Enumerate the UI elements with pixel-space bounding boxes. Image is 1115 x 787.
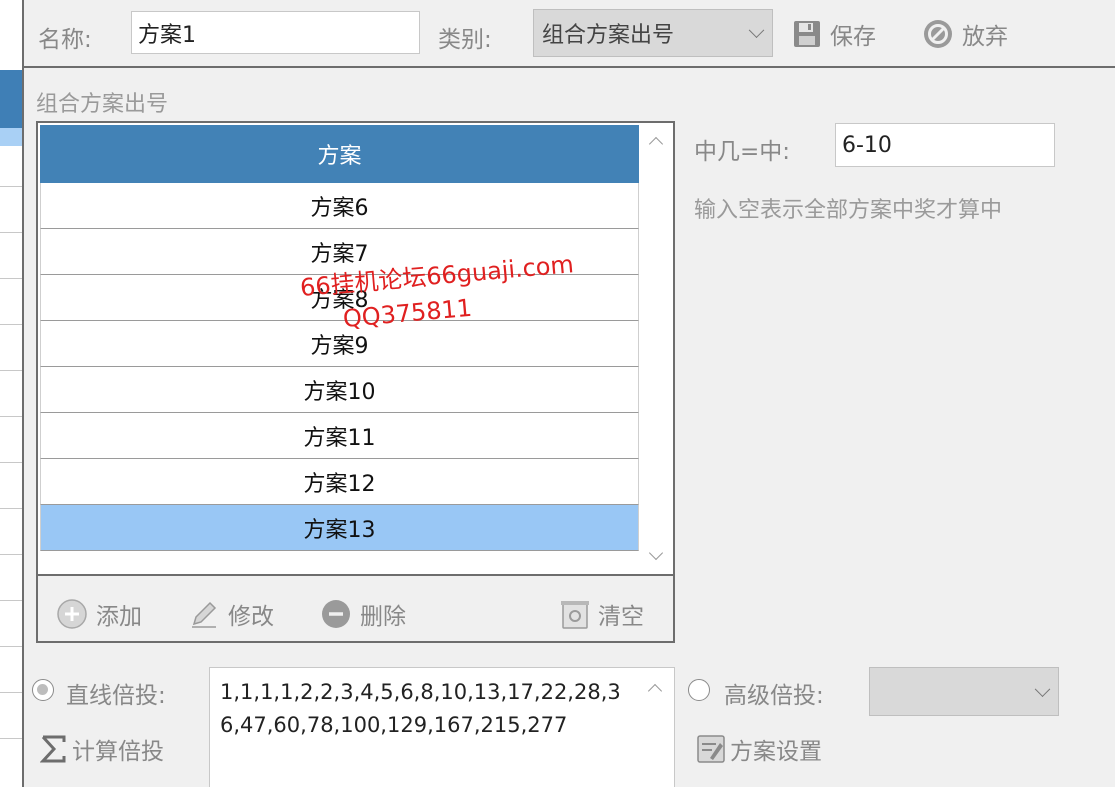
left-pane-row-divider	[0, 186, 22, 187]
calc-multiplier-button[interactable]: 计算倍投	[40, 732, 164, 766]
advanced-multiplier-label[interactable]: 高级倍投:	[724, 676, 824, 710]
plan-row[interactable]: 方案12	[40, 459, 639, 505]
multiplier-sequence-textarea[interactable]: 1,1,1,1,2,2,3,4,5,6,8,10,13,17,22,28,36,…	[209, 667, 675, 787]
delete-label: 删除	[360, 604, 406, 630]
left-pane-row-divider	[0, 646, 22, 647]
add-button[interactable]: 添加	[56, 597, 142, 631]
save-label: 保存	[830, 24, 876, 50]
category-select[interactable]: 组合方案出号	[533, 9, 773, 57]
left-pane-row-divider	[0, 462, 22, 463]
trash-bin-icon	[561, 601, 589, 629]
chevron-down-icon[interactable]	[648, 545, 664, 561]
plus-circle-icon	[57, 599, 87, 629]
plan-settings-button[interactable]: 方案设置	[696, 732, 822, 766]
plan-rows: 方案6 方案7 方案8 方案9 方案10 方案11 方案12 方案13	[40, 183, 639, 551]
discard-label: 放弃	[962, 24, 1008, 50]
chevron-down-icon	[1034, 680, 1051, 697]
pencil-icon	[192, 601, 217, 628]
left-pane-row-divider	[0, 416, 22, 417]
left-pane-row-divider	[0, 600, 22, 601]
chevron-up-icon[interactable]	[648, 136, 664, 152]
plan-row[interactable]: 方案9	[40, 321, 639, 367]
left-pane-row-divider	[0, 738, 22, 739]
clear-button[interactable]: 清空	[560, 597, 644, 631]
sigma-icon	[40, 735, 66, 763]
hit-count-input[interactable]: 6-10	[835, 123, 1055, 167]
plan-row[interactable]: 方案11	[40, 413, 639, 459]
plan-list-scrollbar[interactable]	[639, 123, 673, 574]
name-label: 名称:	[38, 27, 92, 53]
clear-label: 清空	[598, 604, 644, 630]
plan-row[interactable]: 方案10	[40, 367, 639, 413]
calc-multiplier-label: 计算倍投	[72, 739, 164, 765]
hit-count-label: 中几=中:	[694, 139, 791, 165]
category-value: 组合方案出号	[542, 23, 675, 48]
settings-sheet-icon	[697, 735, 725, 763]
chevron-down-icon	[748, 22, 765, 39]
save-button[interactable]: 保存	[792, 17, 876, 51]
category-label: 类别:	[438, 27, 492, 53]
plan-list[interactable]: 方案 方案6 方案7 方案8 方案9 方案10 方案11 方案12 方案13	[36, 121, 675, 574]
prohibit-icon	[924, 20, 952, 48]
advanced-multiplier-radio[interactable]	[688, 679, 710, 701]
left-list-pane[interactable]	[0, 0, 24, 787]
multiplier-sequence: 1,1,1,1,2,2,3,4,5,6,8,10,13,17,22,28,36,…	[220, 680, 621, 737]
advanced-multiplier-select[interactable]	[869, 667, 1059, 716]
linear-multiplier-label[interactable]: 直线倍投:	[66, 676, 166, 710]
left-pane-row-divider	[0, 370, 22, 371]
name-input[interactable]: 方案1	[131, 11, 420, 54]
floppy-disk-icon	[794, 21, 820, 47]
left-pane-row-divider	[0, 508, 22, 509]
add-label: 添加	[96, 604, 142, 630]
edit-button[interactable]: 修改	[188, 597, 274, 631]
left-pane-selected-row[interactable]	[0, 128, 22, 146]
left-pane-header	[0, 70, 22, 128]
left-pane-row-divider	[0, 324, 22, 325]
section-title: 组合方案出号	[36, 92, 169, 117]
hit-count-hint: 输入空表示全部方案中奖才算中	[694, 198, 1003, 223]
left-pane-row-divider	[0, 554, 22, 555]
list-action-bar: 添加 修改 删除 清空	[36, 574, 675, 643]
left-pane-row-divider	[0, 278, 22, 279]
linear-multiplier-radio[interactable]	[32, 679, 54, 701]
plan-column-header[interactable]: 方案	[40, 125, 639, 183]
plan-settings-label: 方案设置	[730, 739, 822, 765]
delete-button[interactable]: 删除	[320, 597, 406, 631]
minus-circle-icon	[322, 600, 350, 628]
discard-button[interactable]: 放弃	[922, 17, 1008, 51]
chevron-up-icon[interactable]	[647, 683, 663, 699]
left-pane-row-divider	[0, 692, 22, 693]
plan-row-selected[interactable]: 方案13	[40, 505, 639, 551]
plan-row[interactable]: 方案6	[40, 183, 639, 229]
left-pane-row-divider	[0, 232, 22, 233]
edit-label: 修改	[228, 604, 274, 630]
toolbar-divider	[24, 66, 1115, 68]
